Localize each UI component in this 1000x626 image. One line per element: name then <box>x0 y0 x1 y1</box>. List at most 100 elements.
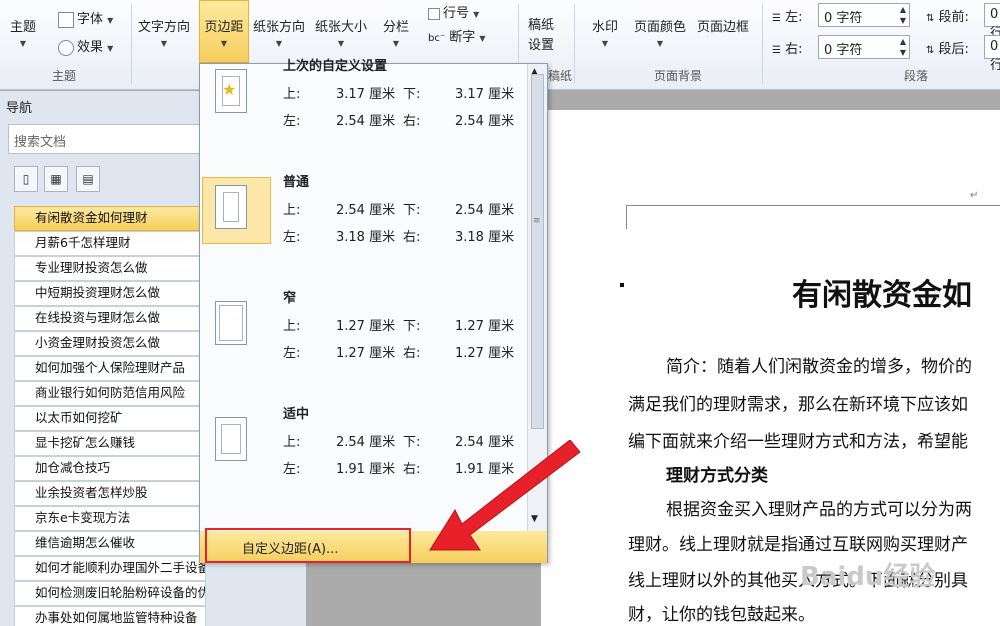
margin-bottom-label: 下: <box>403 319 421 334</box>
indent-left-label: ☰ 左: <box>772 6 803 25</box>
page-color-button[interactable]: 页面颜色 ▼ <box>634 16 686 50</box>
nav-item[interactable]: 商业银行如何防范信用风险 <box>14 381 206 406</box>
margin-right-label: 右: <box>403 114 421 129</box>
indent-right-icon: ☰ <box>772 45 781 56</box>
margin-right: 3.18 厘米 <box>455 230 515 245</box>
nav-item[interactable]: 显卡挖矿怎么赚钱 <box>14 431 206 456</box>
margin-thumbnail-icon: ★ <box>215 69 247 113</box>
margin-top: 2.54 厘米 <box>336 203 396 218</box>
nav-item[interactable]: 在线投资与理财怎么做 <box>14 306 206 331</box>
nav-item[interactable]: 有闲散资金如何理财 <box>14 206 206 231</box>
bullet-mark <box>620 283 624 287</box>
indent-left-field[interactable]: 0 字符 ▲ ▼ <box>818 3 910 27</box>
doc-line-1: 简介：随着人们闲散资金的增多，物价的 <box>666 357 972 377</box>
nav-item[interactable]: 京东e卡变现方法 <box>14 506 206 531</box>
indent-left-icon: ☰ <box>772 13 781 24</box>
margin-right-label: 右: <box>403 346 421 361</box>
font-label: 字体 <box>77 12 104 27</box>
margin-guide <box>219 305 243 341</box>
margin-guide <box>223 192 239 222</box>
margin-left: 1.91 厘米 <box>336 462 396 477</box>
doc-line-5: 理财。线上理财就是指通过互联网购买理财产 <box>628 535 968 555</box>
spacing-before-field[interactable]: 0 行 <box>984 3 1000 41</box>
doc-line-4: 根据资金买入理财产品的方式可以分为两 <box>666 500 972 520</box>
margin-bottom: 3.17 厘米 <box>455 87 515 102</box>
arrow-icon <box>429 440 581 551</box>
nav-item[interactable]: 如何检测废旧轮胎粉碎设备的优劣 <box>14 581 206 606</box>
doc-heading: 理财方式分类 <box>666 466 768 486</box>
spinner-icon[interactable]: ▲ ▼ <box>900 36 906 58</box>
margin-thumbnail-icon <box>215 185 247 229</box>
nav-item[interactable]: 办事处如何属地监管特种设备 <box>14 606 206 626</box>
margin-option[interactable]: 普通 上: 2.54 厘米 下: 2.54 厘米 左: 3.18 厘米 右: 3.18 厘米 <box>199 130 527 245</box>
effects-label: 效果 <box>77 40 104 55</box>
effects-button[interactable]: 效果 ▼ <box>58 36 113 56</box>
indent-left-value: 0 字符 <box>824 11 863 26</box>
margin-option[interactable]: ★ 上次的自定义设置 上: 3.17 厘米 下: 3.17 厘米 左: 2.54 厘米 右: 2.… <box>199 14 527 129</box>
margin-option-title: 窄 <box>283 291 297 306</box>
scroll-thumb[interactable] <box>531 74 544 429</box>
watermark-button[interactable]: 水印 ▼ <box>592 16 618 50</box>
margin-left: 3.18 厘米 <box>336 230 396 245</box>
star-icon: ★ <box>222 80 237 99</box>
margin-option-title: 上次的自定义设置 <box>283 59 388 74</box>
font-theme-button[interactable]: 字体 ▼ <box>58 8 113 28</box>
indent-right-text: 右: <box>785 42 803 57</box>
margin-top: 2.54 厘米 <box>336 435 396 450</box>
margin-option-title: 适中 <box>283 407 310 422</box>
margin-top-label: 上: <box>283 87 301 102</box>
nav-item[interactable]: 加仓减仓技巧 <box>14 456 206 481</box>
text-direction-label: 文字方向 <box>138 20 191 35</box>
margin-thumbnail-icon <box>215 417 247 461</box>
nav-item[interactable]: 专业理财投资怎么做 <box>14 256 206 281</box>
spacing-after-field[interactable]: 0 行 <box>984 35 1000 73</box>
group-label-paragraph: 段落 <box>903 69 928 83</box>
margin-mark <box>626 205 1000 206</box>
text-direction-button[interactable]: 文字方向 ▼ <box>138 16 190 50</box>
manuscript-button[interactable]: 稿纸 设置 <box>528 16 554 56</box>
spinner-icon[interactable]: ▲ ▼ <box>900 4 906 26</box>
margin-top: 3.17 厘米 <box>336 87 396 102</box>
navigation-title: 导航 <box>6 101 33 116</box>
search-input[interactable]: 搜索文档 <box>8 124 206 154</box>
headings-tab-icon[interactable]: ▯ <box>14 166 38 192</box>
group-separator <box>762 4 763 84</box>
theme-button[interactable]: 主题 ▼ <box>10 16 36 50</box>
margin-top-label: 上: <box>283 435 301 450</box>
watermark-label: 水印 <box>592 20 619 35</box>
doc-line-2: 满足我们的理财需求，那么在新环境下应该如 <box>628 395 968 415</box>
theme-label: 主题 <box>10 20 37 35</box>
nav-item[interactable]: 月薪6千怎样理财 <box>14 231 206 256</box>
spacing-before-icon: ⇅ <box>926 13 935 24</box>
doc-line-3: 编下面就来介绍一些理财方式和方法，希望能 <box>628 432 968 452</box>
page-border-button[interactable]: 页面边框 <box>697 16 749 35</box>
nav-item[interactable]: 维信逾期怎么催收 <box>14 531 206 556</box>
manuscript-label-1: 稿纸 <box>528 18 555 33</box>
indent-right-value: 0 字符 <box>824 43 863 58</box>
group-label-theme: 主题 <box>51 69 76 83</box>
spacing-before-text: 段前: <box>938 10 969 25</box>
margin-top-label: 上: <box>283 319 301 334</box>
nav-item[interactable]: 如何才能顺利办理国外二手设备的... <box>14 556 206 581</box>
group-separator <box>131 4 132 84</box>
manuscript-label-2: 设置 <box>528 38 555 53</box>
nav-item[interactable]: 业余投资者怎样炒股 <box>14 481 206 506</box>
nav-item[interactable]: 小资金理财投资怎么做 <box>14 331 206 356</box>
pages-tab-icon[interactable]: ▦ <box>44 166 68 192</box>
margin-left-label: 左: <box>283 346 301 361</box>
margin-thumbnail-icon <box>215 301 247 345</box>
nav-item[interactable]: 中短期投资理财怎么做 <box>14 281 206 306</box>
margin-option[interactable]: 窄上: 1.27 厘米 下: 1.27 厘米 左: 1.27 厘米 右: 1.27 厘米 <box>199 246 527 361</box>
nav-item[interactable]: 如何加强个人保险理财产品 <box>14 356 206 381</box>
nav-item[interactable]: 以太币如何挖矿 <box>14 406 206 431</box>
indent-right-field[interactable]: 0 字符 ▲ ▼ <box>818 35 910 59</box>
results-tab-icon[interactable]: ▤ <box>76 166 100 192</box>
margin-right: 1.27 厘米 <box>455 346 515 361</box>
font-icon <box>58 11 74 28</box>
spacing-after-label: ⇅ 段后: <box>926 38 969 57</box>
margin-guide <box>221 424 241 454</box>
margin-left: 2.54 厘米 <box>336 114 396 129</box>
effects-icon <box>58 39 74 56</box>
navigation-list: 有闲散资金如何理财 月薪6千怎样理财 专业理财投资怎么做 中短期投资理财怎么做 在线投资… <box>14 206 206 626</box>
paragraph-mark: ↵ <box>970 190 979 201</box>
